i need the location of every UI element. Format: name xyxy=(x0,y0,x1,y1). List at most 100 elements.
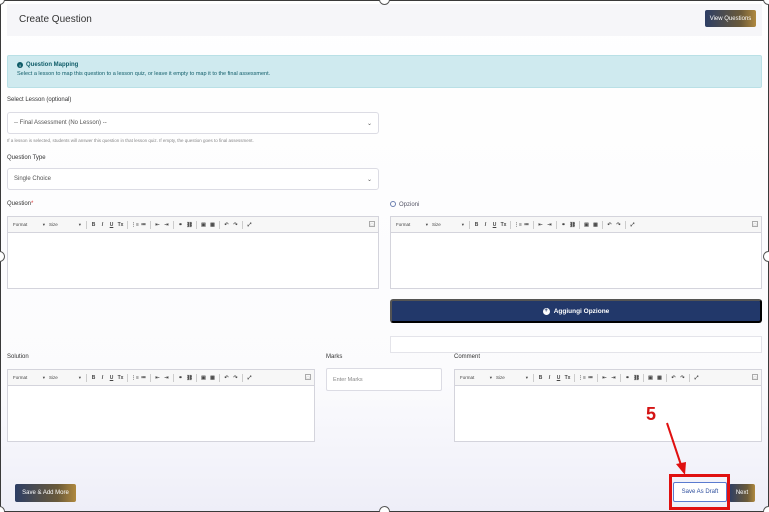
question-mapping-alert: i Question Mapping Select a lesson to map… xyxy=(7,55,762,88)
link-icon[interactable]: ⚭ xyxy=(560,222,567,228)
outdent-icon[interactable]: ⇤ xyxy=(154,222,161,228)
marks-input[interactable]: Enter Marks xyxy=(326,368,442,391)
link-icon[interactable]: ⚭ xyxy=(177,222,184,228)
bold-icon[interactable]: B xyxy=(90,375,97,381)
resize-handle[interactable] xyxy=(763,251,769,262)
format-select[interactable]: Format ▾ xyxy=(13,222,47,228)
maximize-icon[interactable]: ⤢ xyxy=(246,375,253,381)
indent-icon[interactable]: ⇥ xyxy=(610,375,617,381)
outdent-icon[interactable]: ⇤ xyxy=(601,375,608,381)
image-icon[interactable]: ▣ xyxy=(647,375,654,381)
resize-handle[interactable] xyxy=(379,506,390,512)
italic-icon[interactable]: I xyxy=(546,375,553,381)
italic-icon[interactable]: I xyxy=(99,222,106,228)
unlink-icon[interactable]: ⛓ xyxy=(633,375,640,381)
link-icon[interactable]: ⚭ xyxy=(624,375,631,381)
redo-icon[interactable]: ↷ xyxy=(232,375,239,381)
numbered-list-icon[interactable]: ⋮≡ xyxy=(131,222,139,228)
view-questions-button[interactable]: View Questions xyxy=(705,10,756,27)
clear-format-icon[interactable]: Tx xyxy=(117,222,124,228)
size-select[interactable]: Size ▾ xyxy=(496,375,530,381)
solution-editor[interactable]: Format ▾ Size ▾ B I U Tx ⋮≡ ≔ ⇤ ⇥ ⚭ ⛓ ▣ ▦ … xyxy=(7,369,315,442)
redo-icon[interactable]: ↷ xyxy=(615,222,622,228)
size-select[interactable]: Size ▾ xyxy=(432,222,466,228)
link-icon[interactable]: ⚭ xyxy=(177,375,184,381)
indent-icon[interactable]: ⇥ xyxy=(163,375,170,381)
source-icon[interactable]: □ xyxy=(752,221,758,227)
undo-icon[interactable]: ↶ xyxy=(670,375,677,381)
numbered-list-icon[interactable]: ⋮≡ xyxy=(578,375,586,381)
format-select[interactable]: Format ▾ xyxy=(396,222,430,228)
size-select[interactable]: Size ▾ xyxy=(49,375,83,381)
outdent-icon[interactable]: ⇤ xyxy=(154,375,161,381)
source-icon[interactable]: □ xyxy=(369,221,375,227)
toolbar-divider xyxy=(625,220,626,229)
italic-icon[interactable]: I xyxy=(99,375,106,381)
outdent-icon[interactable]: ⇤ xyxy=(537,222,544,228)
bullet-list-icon[interactable]: ≔ xyxy=(140,375,147,381)
editor-toolbar: Format ▾ Size ▾ B I U Tx ⋮≡ ≔ ⇤ ⇥ ⚭ ⛓ ▣ ▦ … xyxy=(8,370,314,386)
source-icon[interactable]: □ xyxy=(752,374,758,380)
table-icon[interactable]: ▦ xyxy=(209,375,216,381)
indent-icon[interactable]: ⇥ xyxy=(546,222,553,228)
bold-icon[interactable]: B xyxy=(537,375,544,381)
underline-icon[interactable]: U xyxy=(108,222,115,228)
bullet-list-icon[interactable]: ≔ xyxy=(523,222,530,228)
unlink-icon[interactable]: ⛓ xyxy=(186,375,193,381)
resize-handle[interactable] xyxy=(0,506,5,512)
comment-editor[interactable]: Format ▾ Size ▾ B I U Tx ⋮≡ ≔ ⇤ ⇥ ⚭ ⛓ ▣ ▦ … xyxy=(454,369,762,442)
underline-icon[interactable]: U xyxy=(491,222,498,228)
unlink-icon[interactable]: ⛓ xyxy=(569,222,576,228)
save-add-more-button[interactable]: Save & Add More xyxy=(15,484,76,502)
select-lesson-dropdown[interactable]: -- Final Assessment (No Lesson) -- ⌄ xyxy=(7,112,379,134)
underline-icon[interactable]: U xyxy=(555,375,562,381)
next-button[interactable]: Next xyxy=(729,484,755,502)
question-label-text: Question xyxy=(7,201,32,207)
resize-handle[interactable] xyxy=(0,0,5,5)
maximize-icon[interactable]: ⤢ xyxy=(693,375,700,381)
clear-format-icon[interactable]: Tx xyxy=(500,222,507,228)
table-icon[interactable]: ▦ xyxy=(209,222,216,228)
bold-icon[interactable]: B xyxy=(90,222,97,228)
underline-icon[interactable]: U xyxy=(108,375,115,381)
question-editor[interactable]: Format ▾ Size ▾ B I U Tx ⋮≡ ≔ ⇤ ⇥ ⚭ ⛓ ▣ ▦ … xyxy=(7,216,379,289)
format-select[interactable]: Format ▾ xyxy=(13,375,47,381)
option-editor[interactable]: Format ▾ Size ▾ B I U Tx ⋮≡ ≔ ⇤ ⇥ ⚭ ⛓ ▣ ▦ … xyxy=(390,216,762,289)
source-icon[interactable]: □ xyxy=(305,374,311,380)
size-select[interactable]: Size ▾ xyxy=(49,222,83,228)
resize-handle[interactable] xyxy=(0,251,5,262)
annotation-arrow-icon xyxy=(666,422,686,475)
bold-icon[interactable]: B xyxy=(473,222,480,228)
toolbar-divider xyxy=(556,220,557,229)
undo-icon[interactable]: ↶ xyxy=(223,222,230,228)
toolbar-divider xyxy=(579,220,580,229)
format-select[interactable]: Format ▾ xyxy=(460,375,494,381)
bullet-list-icon[interactable]: ≔ xyxy=(140,222,147,228)
add-option-button[interactable]: + Aggiungi Opzione xyxy=(390,299,762,323)
table-icon[interactable]: ▦ xyxy=(592,222,599,228)
maximize-icon[interactable]: ⤢ xyxy=(246,222,253,228)
undo-icon[interactable]: ↶ xyxy=(223,375,230,381)
undo-icon[interactable]: ↶ xyxy=(606,222,613,228)
bullet-list-icon[interactable]: ≔ xyxy=(587,375,594,381)
clear-format-icon[interactable]: Tx xyxy=(564,375,571,381)
image-icon[interactable]: ▣ xyxy=(200,222,207,228)
italic-icon[interactable]: I xyxy=(482,222,489,228)
clear-format-icon[interactable]: Tx xyxy=(117,375,124,381)
resize-handle[interactable] xyxy=(763,506,769,512)
toolbar-divider xyxy=(689,373,690,382)
resize-handle[interactable] xyxy=(763,0,769,5)
image-icon[interactable]: ▣ xyxy=(200,375,207,381)
redo-icon[interactable]: ↷ xyxy=(232,222,239,228)
numbered-list-icon[interactable]: ⋮≡ xyxy=(131,375,139,381)
numbered-list-icon[interactable]: ⋮≡ xyxy=(514,222,522,228)
unlink-icon[interactable]: ⛓ xyxy=(186,222,193,228)
image-icon[interactable]: ▣ xyxy=(583,222,590,228)
maximize-icon[interactable]: ⤢ xyxy=(629,222,636,228)
redo-icon[interactable]: ↷ xyxy=(679,375,686,381)
comment-label: Comment xyxy=(454,354,481,360)
table-icon[interactable]: ▦ xyxy=(656,375,663,381)
question-type-dropdown[interactable]: Single Choice ⌄ xyxy=(7,168,379,190)
toolbar-divider xyxy=(510,220,511,229)
indent-icon[interactable]: ⇥ xyxy=(163,222,170,228)
